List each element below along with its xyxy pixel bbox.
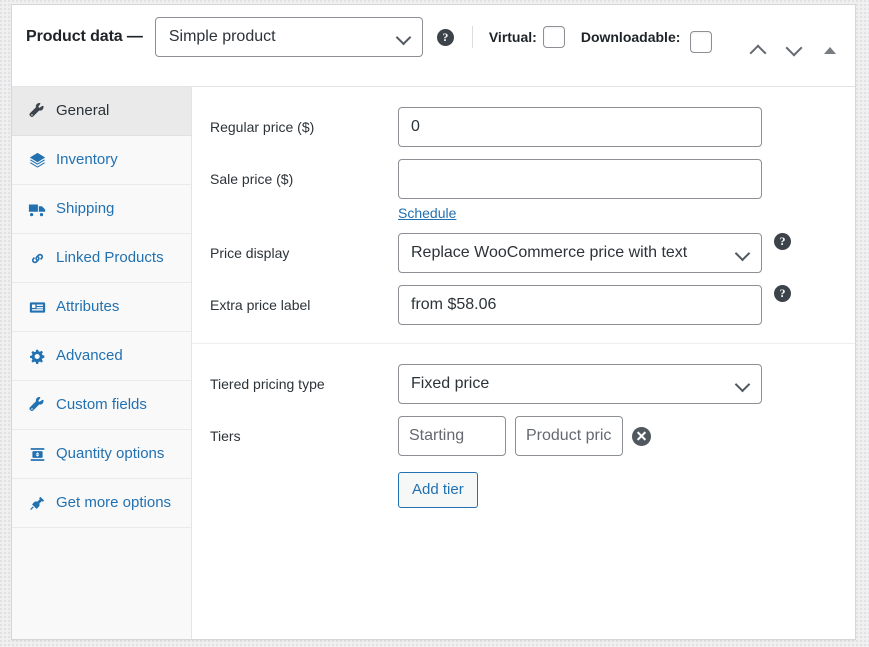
regular-price-label: Regular price ($) <box>210 107 398 137</box>
sidebar-item-linked-products[interactable]: Linked Products <box>12 234 191 283</box>
remove-circle-icon[interactable] <box>632 427 651 446</box>
chevron-down-icon <box>736 377 751 392</box>
sidebar-item-label: Linked Products <box>56 247 181 269</box>
product-type-select[interactable]: Simple product <box>155 17 423 57</box>
sidebar-item-label: Custom fields <box>56 394 181 416</box>
chevron-down-icon[interactable] <box>783 39 805 61</box>
sidebar-item-inventory[interactable]: Inventory <box>12 136 191 185</box>
help-icon[interactable]: ? <box>437 29 454 46</box>
extra-price-label-input[interactable] <box>398 285 762 325</box>
tiered-pricing-type-select[interactable]: Fixed price <box>398 364 762 404</box>
tiers-label: Tiers <box>210 416 398 446</box>
sidebar-item-attributes[interactable]: Attributes <box>12 283 191 332</box>
sidebar-item-general[interactable]: General <box>12 87 191 136</box>
general-tab-panel: Regular price ($) Sale price ($) Schedul… <box>192 87 855 640</box>
sidebar-item-quantity-options[interactable]: Quantity options <box>12 430 191 479</box>
page-title: Product data — <box>26 28 143 46</box>
sale-price-input[interactable] <box>398 159 762 199</box>
sidebar-item-label: Get more options <box>56 492 181 514</box>
sidebar-item-label: Attributes <box>56 296 181 318</box>
pricing-field-group: Regular price ($) Sale price ($) Schedul… <box>192 87 855 343</box>
sidebar-item-label: Shipping <box>56 198 181 220</box>
chevron-down-icon <box>736 246 751 261</box>
price-display-select[interactable]: Replace WooCommerce price with text <box>398 233 762 273</box>
sidebar-item-label: Quantity options <box>56 443 181 465</box>
link-icon <box>26 247 48 269</box>
chevron-up-icon[interactable] <box>747 39 769 61</box>
tiers-actions: Add tier <box>192 462 855 514</box>
sidebar-item-label: General <box>56 100 181 122</box>
truck-icon <box>26 198 48 220</box>
tier-starting-input[interactable] <box>398 416 506 456</box>
wrench-icon <box>26 100 48 122</box>
metabox-header: Product data — Simple product ? Virtual:… <box>12 5 855 87</box>
help-icon[interactable]: ? <box>774 233 791 250</box>
downloadable-group: Downloadable: <box>581 29 687 45</box>
sidebar-item-label: Inventory <box>56 149 181 171</box>
plug-icon <box>26 492 48 514</box>
extra-price-label-label: Extra price label <box>210 285 398 315</box>
sale-price-row: Sale price ($) Schedule <box>192 153 855 227</box>
sidebar-item-label: Advanced <box>56 345 181 367</box>
virtual-label: Virtual: <box>489 29 537 45</box>
sale-price-label: Sale price ($) <box>210 159 398 189</box>
tiered-pricing-type-row: Tiered pricing type Fixed price <box>192 358 855 410</box>
tiered-pricing-type-label: Tiered pricing type <box>210 364 398 394</box>
tiers-row: Tiers <box>192 410 855 462</box>
price-display-label: Price display <box>210 233 398 263</box>
virtual-checkbox[interactable] <box>543 26 565 48</box>
metabox-body: General Inventory Shipping Linked Produc… <box>12 87 855 640</box>
sidebar-item-shipping[interactable]: Shipping <box>12 185 191 234</box>
help-icon[interactable]: ? <box>774 285 791 302</box>
price-display-row: Price display Replace WooCommerce price … <box>192 227 855 279</box>
list-card-icon <box>26 296 48 318</box>
product-data-metabox: Product data — Simple product ? Virtual:… <box>11 4 856 640</box>
triangle-up-icon[interactable] <box>819 39 841 61</box>
tier-price-input[interactable] <box>515 416 623 456</box>
regular-price-input[interactable] <box>398 107 762 147</box>
stepper-icon <box>26 443 48 465</box>
sidebar-item-advanced[interactable]: Advanced <box>12 332 191 381</box>
tiered-pricing-field-group: Tiered pricing type Fixed price Tiers <box>192 343 855 526</box>
downloadable-checkbox[interactable] <box>690 31 712 53</box>
schedule-link[interactable]: Schedule <box>398 205 762 221</box>
metabox-order-controls <box>747 39 841 61</box>
wrench-icon <box>26 394 48 416</box>
extra-price-label-row: Extra price label ? <box>192 279 855 331</box>
gear-icon <box>26 345 48 367</box>
tiered-pricing-type-value: Fixed price <box>411 375 736 393</box>
chevron-down-icon <box>397 30 412 45</box>
downloadable-label: Downloadable: <box>581 29 681 45</box>
product-type-value: Simple product <box>169 28 397 46</box>
add-tier-button[interactable]: Add tier <box>398 472 478 508</box>
product-data-tabs: General Inventory Shipping Linked Produc… <box>12 87 192 640</box>
sidebar-item-get-more-options[interactable]: Get more options <box>12 479 191 528</box>
sidebar-item-custom-fields[interactable]: Custom fields <box>12 381 191 430</box>
price-display-value: Replace WooCommerce price with text <box>411 244 736 262</box>
tier-row <box>398 416 651 456</box>
header-divider <box>472 26 473 48</box>
regular-price-row: Regular price ($) <box>192 101 855 153</box>
inventory-icon <box>26 149 48 171</box>
